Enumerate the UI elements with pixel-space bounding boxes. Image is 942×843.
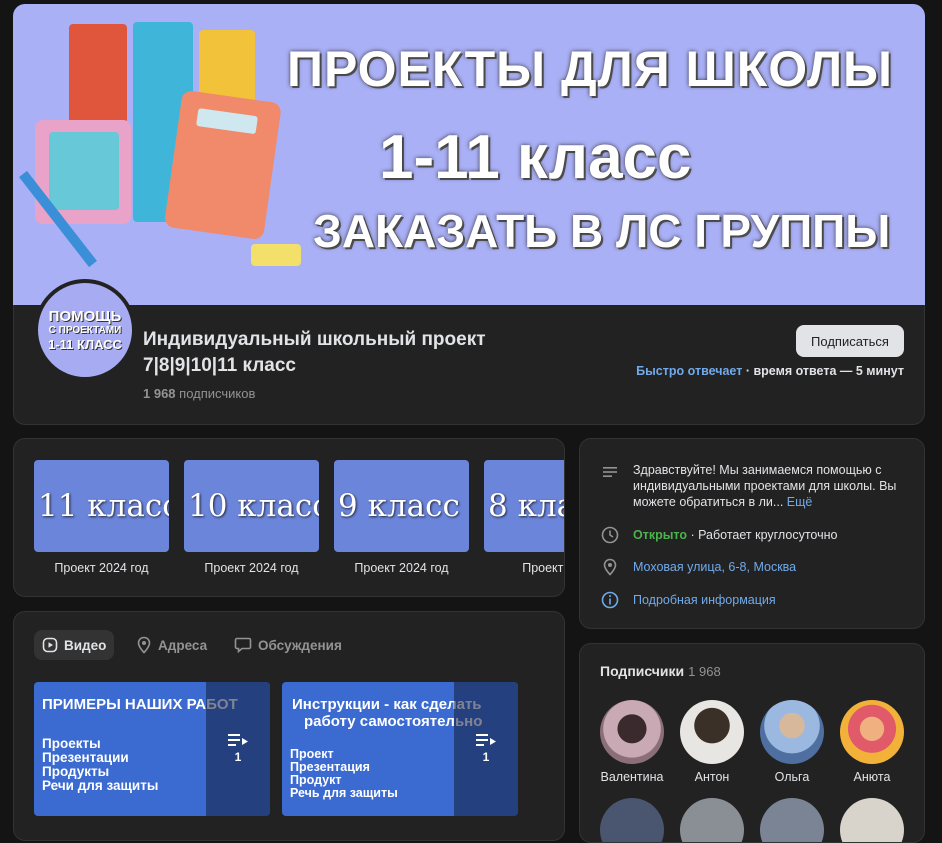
video-line: Проекты — [42, 736, 101, 751]
follower-avatar[interactable] — [680, 700, 744, 764]
playlist-overlay: 1 — [206, 682, 270, 816]
group-name-line1: Индивидуальный школьный проект — [143, 329, 486, 350]
group-avatar[interactable]: ПОМОЩЬ С ПРОЕКТАМИ 1-11 КЛАСС — [34, 279, 136, 381]
media-block: Видео Адреса Обсуждения ПРИМЕРЫ НАШИХ РА… — [13, 611, 565, 841]
product-card[interactable]: 10 класс Проект 2024 год — [184, 460, 319, 575]
avatar-text-line2: С ПРОЕКТАМИ — [48, 325, 122, 336]
discussion-icon — [234, 637, 252, 653]
follower-item[interactable]: Валентина — [592, 700, 672, 784]
cover-title-line2: 1-11 класс — [379, 123, 692, 192]
follower-item[interactable]: Анюта — [832, 700, 912, 784]
followers-title[interactable]: Подписчики 1 968 — [600, 663, 721, 679]
product-image-text: 10 класс — [188, 488, 319, 524]
tab-discussions[interactable]: Обсуждения — [234, 630, 342, 660]
video-line: Речь для защиты — [290, 786, 398, 800]
hours-row: Открыто · Работает круглосуточно — [600, 525, 837, 545]
video-icon — [42, 637, 58, 653]
description-icon — [603, 467, 617, 477]
follower-name[interactable]: Валентина — [592, 770, 672, 784]
follower-name[interactable]: Антон — [672, 770, 752, 784]
video-card[interactable]: ПРИМЕРЫ НАШИХ РАБОТ Проекты Презентации … — [34, 682, 270, 816]
product-caption[interactable]: Проект 20 — [484, 561, 564, 575]
followers-count: 1 968 — [688, 664, 721, 679]
product-card[interactable]: 8 кла Проект 20 — [484, 460, 564, 575]
follower-avatar[interactable] — [600, 700, 664, 764]
address-link[interactable]: Моховая улица, 6-8, Москва — [633, 559, 796, 575]
tab-addresses[interactable]: Адреса — [136, 630, 207, 660]
cover-image: ПРОЕКТЫ ДЛЯ ШКОЛЫ 1-11 класс ЗАКАЗАТЬ В … — [13, 4, 925, 310]
product-image[interactable]: 9 класс — [334, 460, 469, 552]
subscriber-count[interactable]: 1 968 подписчиков — [143, 386, 255, 401]
open-status: Открыто — [633, 528, 688, 542]
address-row: Моховая улица, 6-8, Москва — [600, 557, 796, 577]
follower-avatar[interactable] — [840, 700, 904, 764]
followers-title-text: Подписчики — [600, 663, 685, 679]
group-header: ПОМОЩЬ С ПРОЕКТАМИ 1-11 КЛАСС Индивидуал… — [13, 279, 925, 425]
location-icon — [603, 558, 617, 576]
cover-title-line3: ЗАКАЗАТЬ В ЛС ГРУППЫ — [313, 205, 891, 257]
video-line: Продукты — [42, 764, 110, 779]
reply-time-text: · время ответа — 5 минут — [745, 364, 904, 378]
description-row: Здравствуйте! Мы занимаемся помощью с ин… — [600, 462, 900, 510]
product-image[interactable]: 8 кла — [484, 460, 564, 552]
subscriber-count-label: подписчиков — [179, 386, 256, 401]
subscriber-count-number: 1 968 — [143, 386, 176, 401]
playlist-overlay: 1 — [454, 682, 518, 816]
location-icon — [137, 636, 151, 654]
video-line: Речи для защиты — [42, 778, 159, 793]
product-card[interactable]: 11 класс Проект 2024 год — [34, 460, 169, 575]
tab-discussions-label: Обсуждения — [258, 637, 342, 653]
fast-reply-label: Быстро отвечает — [636, 364, 743, 378]
product-image-text: 9 класс — [338, 488, 460, 524]
info-icon — [601, 591, 619, 609]
group-name: Индивидуальный школьный проект 7|8|9|10|… — [143, 327, 563, 379]
follower-avatar[interactable] — [760, 700, 824, 764]
product-card[interactable]: 9 класс Проект 2024 год — [334, 460, 469, 575]
playlist-icon — [476, 734, 496, 746]
hours-text: · Работает круглосуточно — [690, 528, 838, 542]
group-name-line2: 7|8|9|10|11 класс — [143, 355, 296, 376]
product-caption[interactable]: Проект 2024 год — [34, 561, 169, 575]
video-card[interactable]: Инструкции - как сделать работу самостоя… — [282, 682, 518, 816]
response-time: Быстро отвечает · время ответа — 5 минут — [636, 364, 904, 378]
product-image-text: 8 кла — [488, 488, 564, 524]
followers-block: Подписчики 1 968 Валентина Антон Ольга Ан… — [579, 643, 925, 843]
product-image[interactable]: 11 класс — [34, 460, 169, 552]
tab-video-label: Видео — [64, 637, 107, 653]
tab-addresses-label: Адреса — [158, 637, 208, 653]
more-link[interactable]: Ещё — [787, 495, 813, 509]
description-text: Здравствуйте! Мы занимаемся помощью с ин… — [633, 463, 897, 509]
video-line: Презентации — [42, 750, 129, 765]
info-block: Здравствуйте! Мы занимаемся помощью с ин… — [579, 438, 925, 629]
playlist-count: 1 — [482, 750, 490, 764]
product-image-text: 11 класс — [38, 488, 169, 524]
follower-item[interactable]: Ольга — [752, 700, 832, 784]
cover-title-line1: ПРОЕКТЫ ДЛЯ ШКОЛЫ — [287, 41, 893, 97]
avatar-text-line1: ПОМОЩЬ — [48, 308, 122, 325]
details-link[interactable]: Подробная информация — [633, 592, 776, 608]
playlist-count: 1 — [234, 750, 242, 764]
products-block: 11 класс Проект 2024 год 10 класс Проект… — [13, 438, 565, 597]
follower-item[interactable]: Антон — [672, 700, 752, 784]
product-caption[interactable]: Проект 2024 год — [184, 561, 319, 575]
tab-video[interactable]: Видео — [34, 630, 115, 660]
follower-name[interactable]: Анюта — [832, 770, 912, 784]
follower-name[interactable]: Ольга — [752, 770, 832, 784]
product-image[interactable]: 10 класс — [184, 460, 319, 552]
playlist-icon — [228, 734, 248, 746]
subscribe-button[interactable]: Подписаться — [796, 325, 904, 357]
product-caption[interactable]: Проект 2024 год — [334, 561, 469, 575]
details-row: Подробная информация — [600, 590, 776, 610]
avatar-text-line3: 1-11 КЛАСС — [48, 337, 122, 352]
school-supplies-illustration — [19, 22, 301, 268]
clock-icon — [601, 526, 619, 544]
